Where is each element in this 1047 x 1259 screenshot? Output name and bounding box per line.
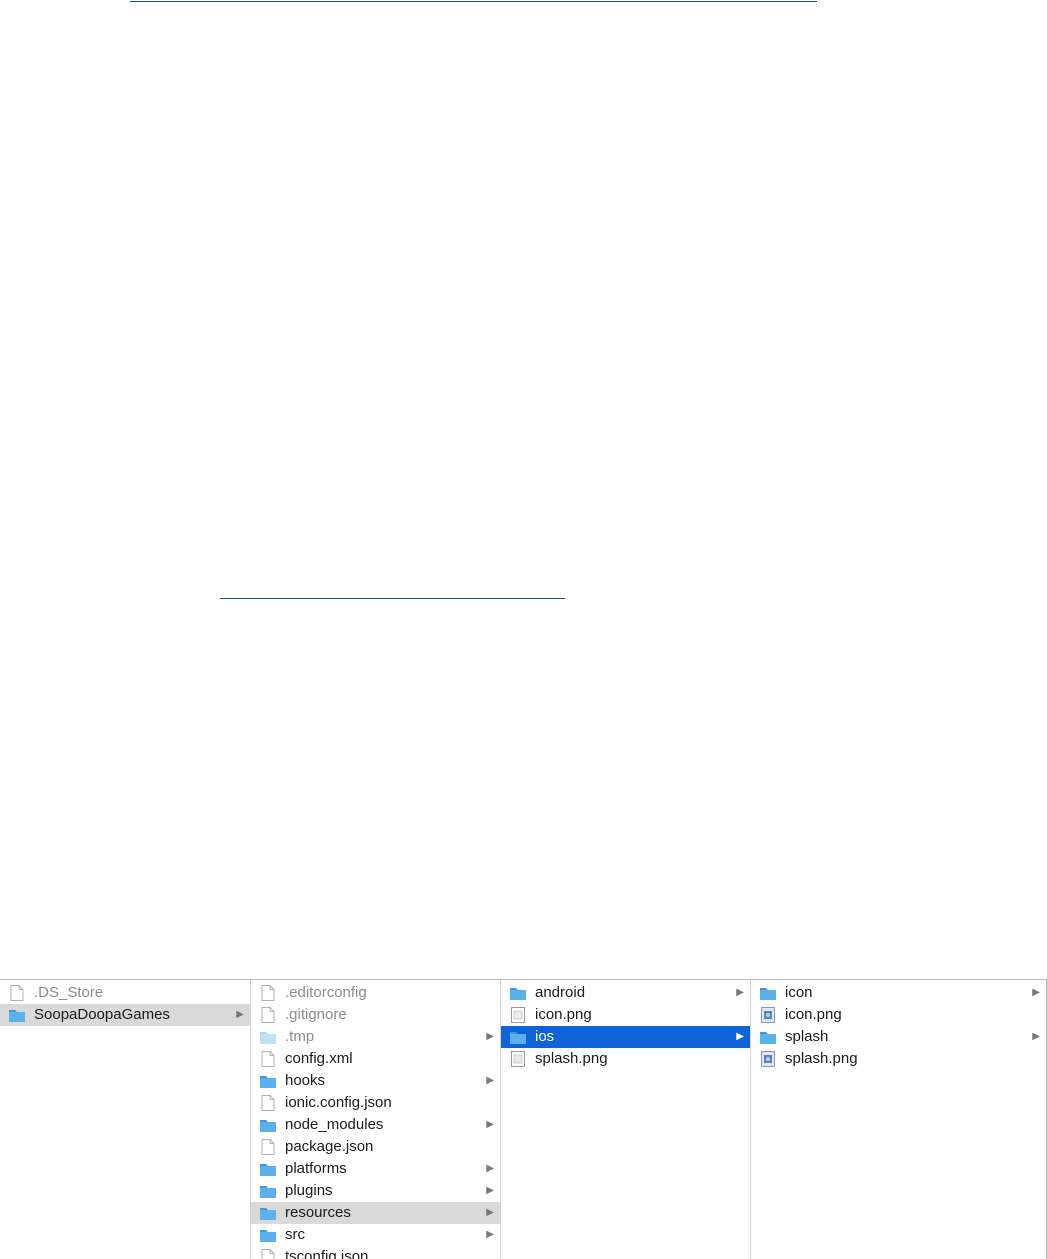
folder-icon — [259, 1117, 277, 1133]
item-label: platforms — [285, 1160, 347, 1177]
file-row[interactable]: icon.png — [501, 1004, 750, 1026]
finder-column-1[interactable]: .DS_Store SoopaDoopaGames ▶ — [0, 980, 251, 1259]
image-file-icon — [509, 1007, 527, 1023]
item-label: icon — [785, 984, 813, 1001]
folder-icon — [259, 1205, 277, 1221]
item-label: node_modules — [285, 1116, 384, 1133]
item-label: plugins — [285, 1182, 333, 1199]
folder-icon — [509, 1029, 527, 1045]
folder-row[interactable]: .tmp ▶ — [251, 1026, 500, 1048]
chevron-right-icon[interactable]: ▶ — [486, 1158, 494, 1180]
folder-row[interactable]: platforms ▶ — [251, 1158, 500, 1180]
folder-row[interactable]: resources ▶ — [251, 1202, 500, 1224]
image-file-icon — [509, 1051, 527, 1067]
file-row[interactable]: splash.png — [501, 1048, 750, 1070]
chevron-right-icon[interactable]: ▶ — [1032, 1026, 1040, 1048]
file-icon — [259, 1095, 277, 1111]
file-row[interactable]: .gitignore — [251, 1004, 500, 1026]
chevron-right-icon[interactable]: ▶ — [736, 1026, 744, 1048]
item-label: config.xml — [285, 1050, 353, 1067]
file-icon — [259, 1139, 277, 1155]
item-label: splash — [785, 1028, 829, 1045]
file-icon — [259, 985, 277, 1001]
chevron-right-icon[interactable]: ▶ — [486, 1114, 494, 1136]
folder-icon — [8, 1007, 26, 1023]
folder-icon-dim — [259, 1029, 277, 1045]
item-label: ionic.config.json — [285, 1094, 392, 1111]
chevron-right-icon[interactable]: ▶ — [486, 1026, 494, 1048]
item-label: .DS_Store — [34, 984, 104, 1001]
item-label: icon.png — [535, 1006, 592, 1023]
chevron-right-icon[interactable]: ▶ — [1032, 982, 1040, 1004]
folder-icon — [259, 1227, 277, 1243]
item-label: tsconfig.json — [285, 1248, 369, 1259]
chevron-right-icon[interactable]: ▶ — [486, 1202, 494, 1224]
folder-row[interactable]: plugins ▶ — [251, 1180, 500, 1202]
chevron-right-icon[interactable]: ▶ — [486, 1070, 494, 1092]
folder-icon — [259, 1183, 277, 1199]
folder-icon — [759, 1029, 777, 1045]
file-icon — [8, 985, 26, 1001]
image-thumb-icon — [759, 1007, 777, 1023]
chevron-right-icon[interactable]: ▶ — [486, 1180, 494, 1202]
file-icon — [259, 1007, 277, 1023]
folder-icon — [509, 985, 527, 1001]
link-underline — [220, 598, 565, 599]
item-label: android — [535, 984, 586, 1001]
item-label: package.json — [285, 1138, 374, 1155]
item-label: splash.png — [535, 1050, 608, 1067]
file-row[interactable]: .DS_Store — [0, 982, 250, 1004]
item-label: splash.png — [785, 1050, 858, 1067]
finder-column-4[interactable]: icon ▶ icon.png splash ▶ splash.png — [751, 980, 1047, 1259]
link-underline — [130, 1, 817, 2]
item-label: icon.png — [785, 1006, 842, 1023]
item-label: SoopaDoopaGames — [34, 1006, 170, 1023]
item-label: .gitignore — [285, 1006, 347, 1023]
file-row[interactable]: tsconfig.json — [251, 1246, 500, 1259]
chevron-right-icon[interactable]: ▶ — [736, 982, 744, 1004]
item-label: src — [285, 1226, 305, 1243]
item-label: resources — [285, 1204, 351, 1221]
folder-row[interactable]: ios ▶ — [501, 1026, 750, 1048]
item-label: .editorconfig — [285, 984, 367, 1001]
folder-icon — [259, 1161, 277, 1177]
image-thumb-icon — [759, 1051, 777, 1067]
folder-icon — [759, 985, 777, 1001]
folder-row[interactable]: src ▶ — [251, 1224, 500, 1246]
file-row[interactable]: splash.png — [751, 1048, 1046, 1070]
file-row[interactable]: package.json — [251, 1136, 500, 1158]
folder-row[interactable]: hooks ▶ — [251, 1070, 500, 1092]
item-label: ios — [535, 1028, 555, 1045]
file-icon — [259, 1051, 277, 1067]
folder-icon — [259, 1073, 277, 1089]
folder-row[interactable]: android ▶ — [501, 982, 750, 1004]
file-row[interactable]: config.xml — [251, 1048, 500, 1070]
folder-row[interactable]: splash ▶ — [751, 1026, 1046, 1048]
file-row[interactable]: ionic.config.json — [251, 1092, 500, 1114]
folder-row[interactable]: SoopaDoopaGames ▶ — [0, 1004, 250, 1026]
file-row[interactable]: .editorconfig — [251, 982, 500, 1004]
chevron-right-icon[interactable]: ▶ — [486, 1224, 494, 1246]
chevron-right-icon[interactable]: ▶ — [236, 1004, 244, 1026]
folder-row[interactable]: icon ▶ — [751, 982, 1046, 1004]
finder-column-view: .DS_Store SoopaDoopaGames ▶ .editorconfig.… — [0, 979, 1047, 1259]
item-label: hooks — [285, 1072, 326, 1089]
finder-column-3[interactable]: android ▶ icon.png ios ▶ splash.png — [501, 980, 751, 1259]
file-row[interactable]: icon.png — [751, 1004, 1046, 1026]
finder-column-2[interactable]: .editorconfig .gitignore .tmp ▶ config.xml ho… — [251, 980, 501, 1259]
item-label: .tmp — [285, 1028, 315, 1045]
folder-row[interactable]: node_modules ▶ — [251, 1114, 500, 1136]
